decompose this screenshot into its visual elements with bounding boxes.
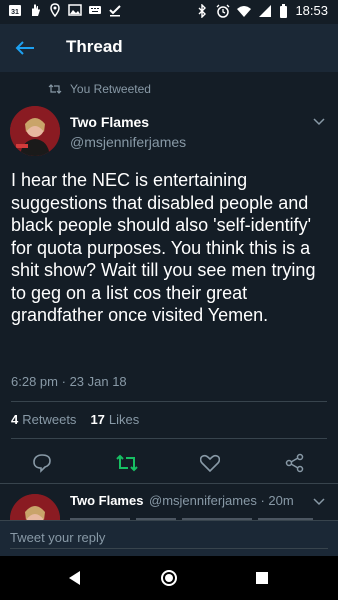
back-arrow-icon: [15, 41, 34, 55]
app-bar: Thread: [0, 24, 338, 72]
clock: 18:53: [295, 3, 328, 18]
reply-composer: [0, 520, 338, 556]
reply-tweet[interactable]: Two Flames @msjenniferjames · 20m: [0, 484, 338, 520]
retweets-label: Retweets: [22, 412, 77, 427]
tweet-date: 23 Jan 18: [69, 374, 127, 389]
retweet-count: 4: [11, 412, 19, 427]
notification-icons: 31: [8, 3, 122, 18]
divider: [11, 401, 327, 402]
heart-icon: [200, 454, 220, 472]
tweet-menu-button[interactable]: [312, 114, 326, 128]
share-button[interactable]: [282, 450, 308, 476]
reply-text-clipped: [70, 512, 320, 520]
like-count: 17: [90, 412, 105, 427]
system-nav-bar: [0, 556, 338, 600]
nav-back-button[interactable]: [63, 566, 87, 590]
reply-icon: [33, 454, 51, 473]
author-handle[interactable]: @msjenniferjames: [70, 134, 186, 150]
back-button[interactable]: [10, 34, 40, 62]
nav-recents-icon: [256, 572, 268, 584]
author-name[interactable]: Two Flames: [70, 114, 149, 130]
keyboard-icon: [88, 3, 102, 17]
wifi-icon: [237, 4, 252, 18]
status-bar: 31 18:53: [0, 0, 338, 24]
tweet-timestamp: 6:28 pm · 23 Jan 18: [11, 374, 127, 389]
calendar-icon: 31: [8, 3, 22, 17]
reply-handle-time: @msjenniferjames · 20m: [149, 493, 294, 508]
reply-avatar[interactable]: [10, 494, 60, 520]
likes-stat[interactable]: 17 Likes: [90, 412, 139, 427]
battery-icon: [279, 3, 288, 18]
retweet-context-label: You Retweeted: [70, 82, 151, 96]
like-button[interactable]: [197, 450, 223, 476]
system-icons: 18:53: [195, 2, 328, 19]
reply-button[interactable]: [29, 450, 55, 476]
divider: [11, 438, 327, 439]
nav-recents-button[interactable]: [250, 566, 274, 590]
page-title: Thread: [66, 37, 123, 56]
retweet-icon: [116, 454, 138, 472]
meta-separator: ·: [61, 374, 70, 389]
location-icon: [48, 3, 62, 18]
reply-menu-button[interactable]: [312, 494, 326, 508]
share-icon: [285, 453, 304, 473]
retweets-stat[interactable]: 4 Retweets: [11, 412, 76, 427]
hand-icon: [28, 3, 42, 17]
reply-author-name[interactable]: Two Flames: [70, 493, 143, 508]
retweet-small-icon: [48, 84, 62, 94]
likes-label: Likes: [108, 412, 140, 427]
nav-home-button[interactable]: [157, 566, 181, 590]
tweet-text: I hear the NEC is entertaining suggestio…: [11, 170, 316, 325]
chevron-down-icon: [313, 498, 325, 506]
check-icon: [108, 3, 122, 17]
reply-input[interactable]: [10, 527, 328, 549]
nav-home-icon: [161, 570, 177, 586]
nav-back-icon: [69, 571, 80, 585]
retweet-button[interactable]: [114, 450, 140, 476]
calendar-day: 31: [11, 9, 19, 16]
tweet-stats: 4 Retweets 17 Likes: [11, 412, 139, 427]
tweet-actions: [0, 450, 338, 476]
bluetooth-icon: [195, 2, 209, 19]
chevron-down-icon: [313, 118, 325, 126]
alarm-icon: [216, 4, 230, 18]
retweet-context: You Retweeted: [48, 82, 151, 96]
tweet-time: 6:28 pm: [11, 374, 58, 389]
avatar[interactable]: [10, 106, 60, 156]
image-icon: [68, 3, 82, 17]
signal-icon: [258, 4, 272, 18]
